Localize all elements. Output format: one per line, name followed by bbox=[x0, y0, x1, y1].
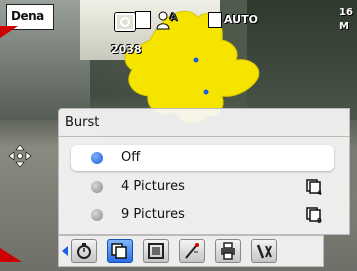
wand-icon bbox=[185, 243, 199, 259]
resolution-value: 16 bbox=[339, 7, 353, 18]
frame-button[interactable] bbox=[143, 239, 169, 263]
effect-button[interactable] bbox=[179, 239, 205, 263]
shots-remaining: 2038 bbox=[111, 43, 142, 56]
option-off[interactable]: Off bbox=[71, 145, 334, 171]
burst-icon bbox=[111, 243, 127, 259]
self-timer-button[interactable] bbox=[71, 239, 97, 263]
resolution-indicator: 16 M bbox=[339, 6, 355, 38]
menu-divider bbox=[59, 136, 349, 137]
option-9-pictures[interactable]: 9 Pictures 9 bbox=[71, 202, 334, 228]
scene-mode-label: Dena bbox=[11, 9, 44, 23]
resolution-unit: M bbox=[339, 21, 349, 32]
move-arrows-icon bbox=[8, 144, 32, 168]
scroll-left-arrow-icon[interactable] bbox=[62, 246, 68, 256]
menu-title: Burst bbox=[65, 115, 100, 130]
frame-icon bbox=[148, 243, 164, 259]
flash-icon bbox=[136, 12, 150, 28]
auto-mode-text: AUTO bbox=[224, 13, 258, 26]
burst-button[interactable] bbox=[107, 239, 133, 263]
self-timer-icon bbox=[77, 243, 91, 259]
svg-text:A: A bbox=[170, 13, 177, 23]
function-toolbar bbox=[58, 235, 324, 267]
red-corner-marker bbox=[0, 26, 18, 38]
option-label: 4 Pictures bbox=[121, 179, 185, 194]
print-icon bbox=[221, 242, 235, 260]
face-detect-icon: A bbox=[156, 11, 177, 30]
battery-icon bbox=[209, 13, 221, 27]
camera-icon bbox=[115, 13, 135, 31]
burst-9-icon: 9 bbox=[306, 207, 322, 224]
print-button[interactable] bbox=[215, 239, 241, 263]
burst-menu-panel: Burst Off 4 Pictures 4 9 Pictures 9 bbox=[58, 108, 350, 235]
tools-button[interactable] bbox=[251, 239, 277, 263]
radio-unselected-icon bbox=[91, 209, 103, 221]
option-label: Off bbox=[121, 150, 141, 165]
radio-selected-icon bbox=[91, 152, 103, 164]
tools-icon bbox=[256, 244, 272, 259]
red-corner-marker-bottom bbox=[0, 248, 22, 262]
option-4-pictures[interactable]: 4 Pictures 4 bbox=[71, 174, 334, 200]
svg-text:4: 4 bbox=[317, 189, 322, 196]
radio-unselected-icon bbox=[91, 181, 103, 193]
svg-text:9: 9 bbox=[317, 217, 322, 224]
burst-4-icon: 4 bbox=[306, 179, 322, 196]
camera-viewfinder: Dena A AUTO 16 M 2038 Burst Off 4 Pictur… bbox=[0, 0, 357, 271]
option-label: 9 Pictures bbox=[121, 207, 185, 222]
